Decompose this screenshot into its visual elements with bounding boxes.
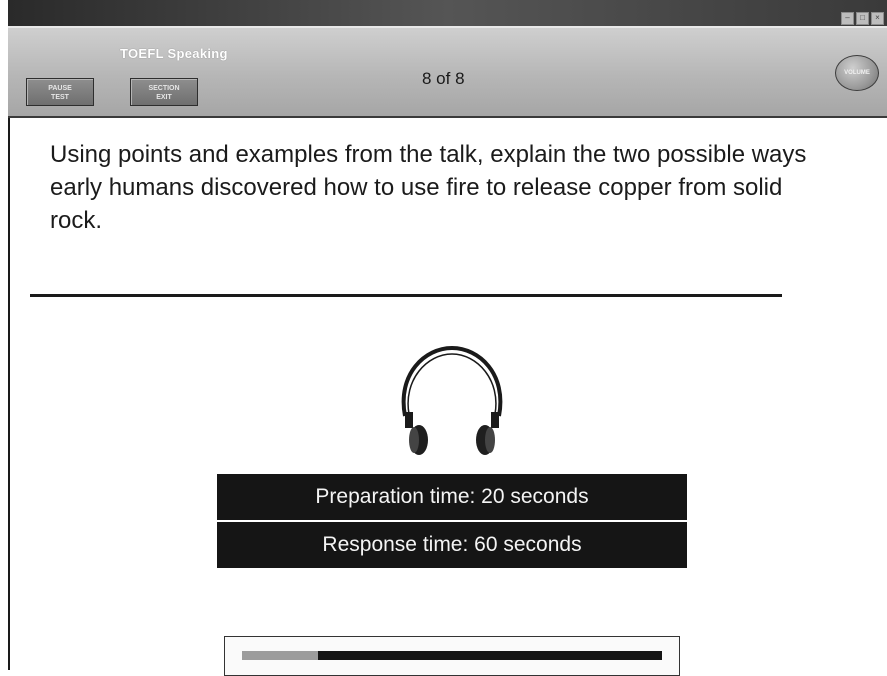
pause-test-button[interactable]: PAUSE TEST: [26, 78, 94, 106]
window-titlebar: – □ ×: [8, 0, 887, 26]
preparation-time-text: Preparation time: 20 seconds: [315, 485, 589, 508]
response-time-box: Response time: 60 seconds: [217, 522, 687, 568]
response-progress-frame: [224, 636, 680, 676]
test-header: TOEFL Speaking PAUSE TEST SECTION EXIT 8…: [8, 26, 887, 118]
minimize-icon[interactable]: –: [841, 12, 854, 25]
headphones-icon: [401, 345, 503, 455]
progress-fill: [242, 651, 318, 660]
volume-label: VOLUME: [844, 70, 870, 76]
question-counter: 8 of 8: [422, 69, 465, 88]
divider: [30, 294, 782, 297]
app-title: TOEFL Speaking: [120, 46, 228, 61]
volume-button[interactable]: VOLUME: [835, 55, 879, 91]
maximize-icon[interactable]: □: [856, 12, 869, 25]
pause-test-label: PAUSE TEST: [48, 85, 72, 101]
section-exit-button[interactable]: SECTION EXIT: [130, 78, 198, 106]
progress-track: [242, 651, 662, 660]
close-icon[interactable]: ×: [871, 12, 884, 25]
section-exit-label: SECTION EXIT: [148, 85, 180, 101]
window-controls: – □ ×: [841, 12, 884, 25]
response-time-text: Response time: 60 seconds: [322, 533, 582, 556]
preparation-time-box: Preparation time: 20 seconds: [217, 474, 687, 520]
question-prompt: Using points and examples from the talk,…: [50, 141, 807, 234]
